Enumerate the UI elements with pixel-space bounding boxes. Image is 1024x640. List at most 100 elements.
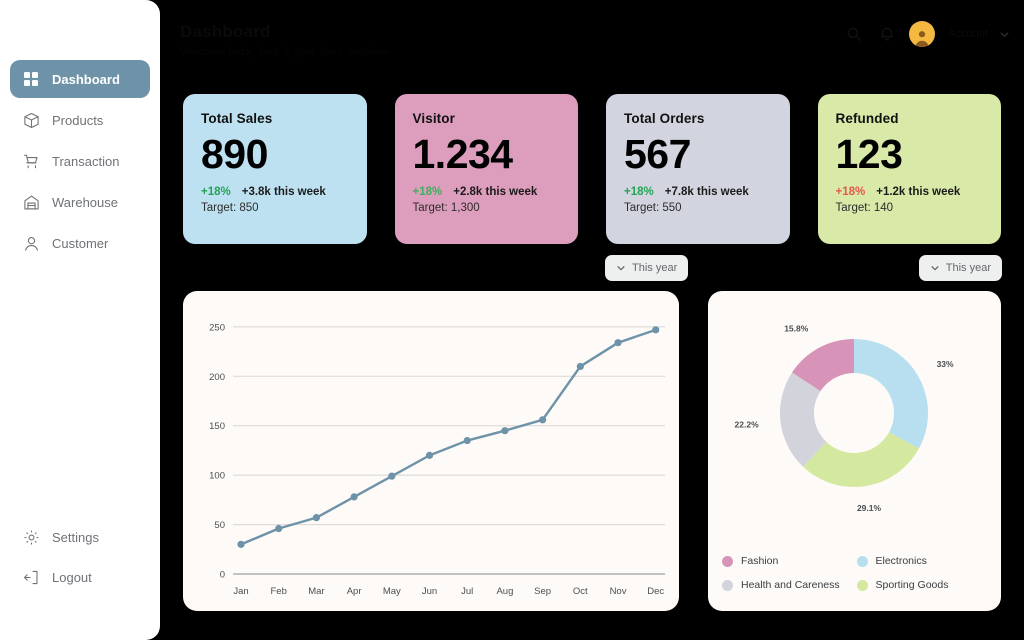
line-data-point[interactable]	[652, 326, 660, 334]
sidebar-item-settings[interactable]: Settings	[10, 518, 150, 556]
stat-card-delta: +18%	[835, 186, 866, 198]
legend-label: Electronics	[875, 555, 927, 567]
stat-card-value: 123	[835, 131, 903, 177]
stat-card-total-orders[interactable]: Total Orders 567 +18% +7.8k this week Ta…	[606, 94, 790, 244]
sidebar-item-label: Settings	[52, 529, 99, 545]
user-icon	[22, 234, 40, 252]
legend-label: Health and Careness	[741, 579, 840, 591]
donut-value-label: 15.8%	[784, 324, 809, 334]
stat-card-title: Refunded	[835, 111, 899, 126]
stat-card-delta: +18%	[201, 186, 231, 198]
stat-card-delta-row: +18% +7.8k this week	[624, 186, 772, 198]
stat-card-target: Target: 140	[835, 202, 894, 214]
chevron-down-icon	[930, 263, 940, 273]
stat-card-value: 890	[201, 131, 268, 177]
stat-card-title: Visitor	[412, 111, 455, 126]
donut-segment[interactable]	[854, 339, 928, 449]
stat-card-delta-note: +3.8k this week	[241, 186, 326, 198]
legend-label: Sporting Goods	[875, 579, 949, 591]
box-icon	[22, 111, 40, 129]
stat-cards: Total Sales 890 +18% +3.8k this week Tar…	[183, 94, 1001, 244]
line-data-point[interactable]	[425, 451, 434, 459]
x-axis-tick-label: Sep	[534, 586, 551, 597]
x-axis-tick-label: May	[383, 586, 401, 597]
sidebar-item-logout[interactable]: Logout	[10, 558, 150, 596]
grid-icon	[22, 70, 40, 88]
x-axis-tick-label: Dec	[647, 586, 664, 597]
donut-value-label: 29.1%	[857, 503, 882, 513]
x-axis-tick-label: Feb	[271, 586, 287, 597]
y-axis-tick-label: 200	[209, 372, 225, 383]
cart-icon	[22, 152, 40, 170]
topbar: Dashboard Welcome back, here is your sto…	[160, 0, 1024, 78]
sidebar: Dashboard Products Transaction Warehouse	[0, 0, 160, 640]
legend-label: Fashion	[741, 555, 779, 567]
legend-color-swatch	[856, 579, 868, 591]
y-axis-tick-label: 150	[209, 421, 225, 432]
search-icon[interactable]	[843, 23, 865, 45]
y-axis-tick-label: 250	[209, 322, 225, 333]
sidebar-item-warehouse[interactable]: Warehouse	[10, 183, 150, 221]
stat-card-delta-note: +1.2k this week	[876, 186, 961, 198]
sidebar-item-label: Products	[52, 112, 104, 128]
stat-card-value: 567	[624, 131, 691, 177]
sidebar-item-label: Transaction	[52, 153, 120, 169]
page-subtitle: Welcome back, here is your store overvie…	[180, 46, 390, 58]
line-data-point[interactable]	[237, 540, 245, 548]
legend-item-sporting-goods[interactable]: Sporting Goods	[856, 579, 988, 591]
legend-item-health-and-careness[interactable]: Health and Careness	[722, 579, 853, 591]
legend-item-electronics[interactable]: Electronics	[856, 555, 988, 567]
sidebar-item-dashboard[interactable]: Dashboard	[10, 60, 150, 98]
line-data-point[interactable]	[463, 436, 471, 445]
sidebar-item-transaction[interactable]: Transaction	[10, 142, 150, 180]
stat-card-target: Target: 1,300	[412, 202, 480, 214]
stat-card-title: Total Sales	[201, 111, 273, 126]
sidebar-secondary-nav: Settings Logout	[0, 518, 160, 598]
x-axis-tick-label: Oct	[573, 586, 588, 597]
donut-chart-panel: 33% 29.1% 22.2% 15.8% Fashion Electronics H…	[708, 291, 1001, 611]
bell-icon[interactable]	[876, 23, 898, 45]
stat-card-value: 1.234	[412, 131, 514, 177]
x-axis-tick-label: Aug	[496, 586, 513, 597]
x-axis-tick-label: Jan	[233, 586, 248, 597]
line-data-point[interactable]	[501, 427, 509, 435]
x-axis-tick-label: Jun	[422, 586, 437, 597]
category-donut-chart: 33% 29.1% 22.2% 15.8%	[735, 324, 954, 513]
donut-chart-period-filter[interactable]: This year	[918, 255, 1002, 281]
stat-card-delta: +18%	[412, 186, 443, 198]
chevron-down-icon[interactable]	[999, 29, 1010, 40]
stat-card-delta-row: +18% +2.8k this week	[413, 186, 561, 198]
user-name: Account	[948, 28, 988, 40]
legend-color-swatch	[722, 579, 733, 591]
sidebar-item-label: Logout	[52, 569, 92, 585]
stat-card-target: Target: 850	[201, 202, 259, 214]
line-data-point[interactable]	[275, 524, 283, 533]
stat-card-title: Total Orders	[624, 111, 705, 126]
filter-label: This year	[632, 262, 678, 274]
line-data-point[interactable]	[539, 416, 547, 424]
stat-card-refunded[interactable]: Refunded 123 +18% +1.2k this week Target…	[817, 94, 1001, 244]
main-content: Dashboard Welcome back, here is your sto…	[160, 0, 1024, 640]
sidebar-item-products[interactable]: Products	[10, 101, 150, 139]
stat-card-visitor[interactable]: Visitor 1.234 +18% +2.8k this week Targe…	[394, 94, 578, 244]
stat-card-target: Target: 550	[624, 202, 682, 214]
stat-card-total-sales[interactable]: Total Sales 890 +18% +3.8k this week Tar…	[183, 94, 367, 244]
legend-item-fashion[interactable]: Fashion	[722, 555, 853, 567]
line-data-point[interactable]	[312, 514, 321, 522]
warehouse-icon	[22, 193, 40, 211]
line-data-point[interactable]	[576, 362, 584, 371]
line-data-point[interactable]	[614, 339, 622, 347]
sidebar-item-customer[interactable]: Customer	[10, 224, 150, 262]
donut-value-label: 33%	[937, 359, 954, 369]
sidebar-item-label: Warehouse	[52, 194, 118, 210]
line-chart-period-filter[interactable]: This year	[605, 255, 689, 281]
avatar[interactable]	[909, 21, 936, 47]
y-axis-tick-label: 100	[209, 471, 225, 482]
legend-color-swatch	[722, 555, 733, 567]
x-axis-tick-label: Nov	[610, 586, 627, 597]
stat-card-delta-row: +18% +3.8k this week	[201, 186, 349, 198]
logout-icon	[22, 568, 40, 586]
line-data-point[interactable]	[350, 493, 358, 501]
sidebar-item-label: Customer	[52, 235, 109, 251]
line-data-point[interactable]	[388, 472, 396, 480]
